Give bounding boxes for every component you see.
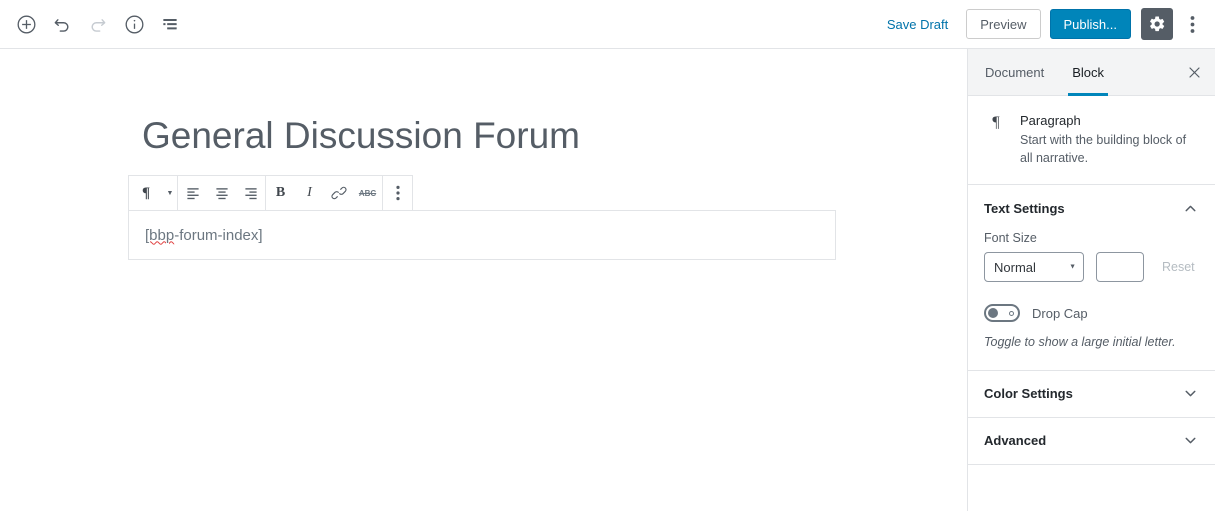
block-info-title: Paragraph	[1020, 113, 1081, 128]
content-info-icon[interactable]	[116, 6, 152, 42]
settings-sidebar: Document Block ¶ Paragraph Start with th…	[967, 49, 1215, 511]
align-center-button[interactable]	[207, 176, 236, 210]
block-info-description: Start with the building block of all nar…	[1020, 133, 1187, 166]
block-info-text: Paragraph Start with the building block …	[1020, 113, 1199, 167]
publish-button[interactable]: Publish...	[1049, 9, 1131, 39]
block-info-card: ¶ Paragraph Start with the building bloc…	[968, 96, 1215, 186]
font-size-controls: Normal ▼ Reset	[984, 252, 1201, 283]
link-icon	[330, 185, 347, 201]
inline-format-group: B I ABC	[266, 176, 383, 210]
tab-block[interactable]: Block	[1058, 49, 1118, 96]
header-right-actions: Save Draft Preview Publish...	[877, 8, 1215, 40]
font-size-label: Font Size	[984, 231, 1037, 246]
drop-cap-help-text: Toggle to show a large initial letter.	[984, 335, 1176, 350]
strikethrough-icon: ABC	[358, 188, 377, 198]
drop-cap-toggle[interactable]	[984, 304, 1020, 323]
misspelled-word: [bbp	[145, 226, 175, 244]
paragraph-block[interactable]: [bbp-forum-index]	[128, 210, 836, 260]
add-block-icon[interactable]	[8, 6, 44, 42]
align-right-button[interactable]	[236, 176, 265, 210]
block-navigation-icon[interactable]	[152, 6, 188, 42]
block-type-button[interactable]: ¶	[129, 176, 163, 210]
panel-text-settings-header[interactable]: Text Settings	[968, 185, 1215, 231]
italic-icon: I	[307, 185, 312, 200]
panel-color-settings-header[interactable]: Color Settings	[968, 371, 1215, 417]
more-options-icon[interactable]	[1177, 8, 1207, 40]
save-draft-button[interactable]: Save Draft	[877, 11, 958, 38]
paragraph-text: [bbp-forum-index]	[145, 226, 263, 244]
block-type-group: ¶ ▼	[129, 176, 178, 210]
panel-title: Advanced	[984, 433, 1047, 449]
bold-button[interactable]: B	[266, 176, 295, 210]
chevron-down-icon	[1182, 385, 1199, 402]
undo-icon[interactable]	[44, 6, 80, 42]
panel-text-settings: Text Settings Font Size Normal ▼ Reset D…	[968, 185, 1215, 371]
reset-font-size-button: Reset	[1156, 256, 1201, 278]
tab-document[interactable]: Document	[968, 49, 1058, 96]
header-left-tools	[0, 6, 188, 42]
block-more-group	[383, 176, 412, 210]
italic-button[interactable]: I	[295, 176, 324, 210]
panel-advanced-header[interactable]: Advanced	[968, 418, 1215, 464]
paragraph-icon: ¶	[992, 114, 1000, 131]
bold-icon: B	[275, 185, 286, 200]
sidebar-tablist: Document Block	[968, 49, 1215, 96]
panel-color-settings: Color Settings	[968, 371, 1215, 418]
custom-font-size-input[interactable]	[1096, 252, 1144, 283]
gear-icon	[1148, 15, 1166, 33]
align-left-button[interactable]	[178, 176, 207, 210]
font-size-select[interactable]: Normal	[984, 252, 1084, 283]
drop-cap-row: Drop Cap	[984, 304, 1199, 323]
preview-button[interactable]: Preview	[966, 9, 1041, 39]
toggle-knob	[988, 308, 998, 319]
panel-title: Color Settings	[984, 386, 1073, 402]
font-size-select-wrap: Normal ▼	[984, 252, 1084, 283]
panel-advanced: Advanced	[968, 418, 1215, 465]
close-icon[interactable]	[1173, 49, 1215, 95]
redo-icon	[80, 6, 116, 42]
block-more-options-button[interactable]	[383, 176, 412, 210]
chevron-up-icon	[1182, 200, 1199, 217]
drop-cap-label: Drop Cap	[1032, 305, 1088, 321]
settings-gear-button[interactable]	[1141, 8, 1173, 40]
block-formatting-toolbar: ¶ ▼ B I ABC	[128, 175, 413, 211]
panel-title: Text Settings	[984, 200, 1065, 216]
alignment-group	[178, 176, 266, 210]
chevron-down-icon	[1182, 432, 1199, 449]
toggle-off-marker	[1009, 311, 1014, 317]
editor-header: Save Draft Preview Publish...	[0, 0, 1215, 49]
strikethrough-button[interactable]: ABC	[353, 176, 382, 210]
post-title[interactable]: General Discussion Forum	[142, 115, 580, 157]
paragraph-icon: ¶	[141, 184, 151, 201]
link-button[interactable]	[324, 176, 353, 210]
panel-text-settings-body: Font Size Normal ▼ Reset Drop Cap Toggle…	[968, 231, 1215, 370]
editor-canvas: General Discussion Forum ¶ ▼ B I ABC [bb…	[0, 49, 967, 511]
chevron-down-icon[interactable]: ▼	[163, 176, 177, 210]
